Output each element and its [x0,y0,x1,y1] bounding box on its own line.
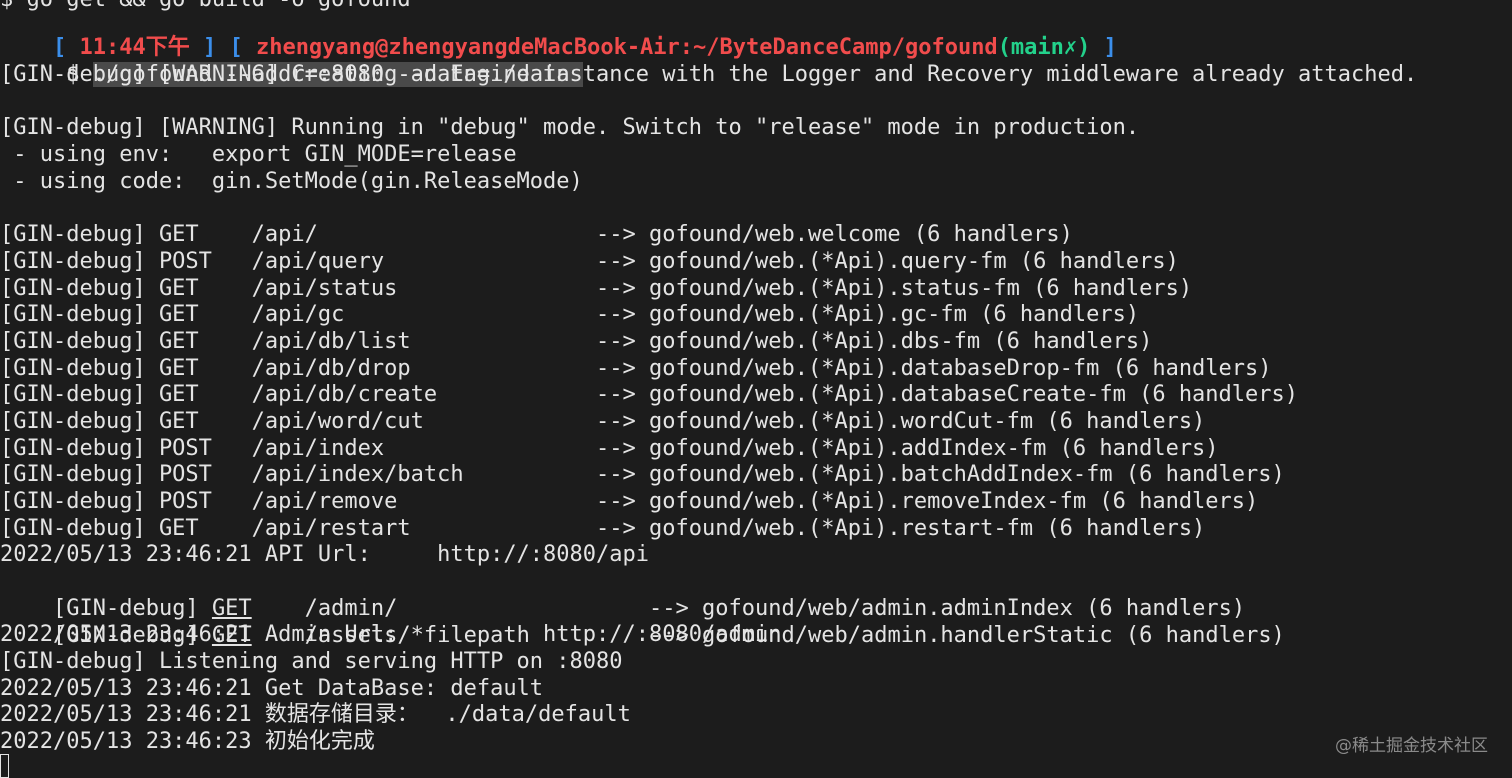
route-line: [GIN-debug] GET /api/db/create --> gofou… [0,382,1299,407]
admin-route-line: [GIN-debug] GET /admin/ --> gofound/web/… [0,568,1245,621]
data-directory-line: 2022/05/13 23:46:21 数据存储目录： ./data/defau… [0,702,631,727]
shell-prompt: [ 11:44下午 ] [ zhengyang@zhengyangdeMacBo… [0,7,1117,60]
route-line: [GIN-debug] POST /api/index --> gofound/… [0,436,1219,461]
route-line: [GIN-debug] GET /api/word/cut --> gofoun… [0,409,1206,434]
admin-url-line: 2022/05/13 23:46:21 Admin Url: http://:8… [0,622,782,647]
route-line: [GIN-debug] GET /api/ --> gofound/web.we… [0,222,1073,247]
get-database-line: 2022/05/13 23:46:21 Get DataBase: defaul… [0,676,544,701]
prompt-git-branch: (main✗) [997,35,1091,60]
using-env-line: - using env: export GIN_MODE=release [0,142,517,167]
watermark-text: @稀土掘金技术社区 [1335,736,1488,756]
api-url-line: 2022/05/13 23:46:21 API Url: http://:808… [0,542,650,567]
terminal-window[interactable]: $ go get && go build -o gofound [ 11:44下… [0,0,1512,778]
route-line: [GIN-debug] GET /api/status --> gofound/… [0,276,1193,301]
route-line: [GIN-debug] GET /api/db/drop --> gofound… [0,356,1272,381]
assets-route-line: [GIN-debug] GET /assets/*filepath --> go… [0,595,1285,648]
route-line: [GIN-debug] GET /api/restart --> gofound… [0,516,1206,541]
prompt-close-bracket: ] [1090,35,1117,60]
warning-debug-mode-line: [GIN-debug] [WARNING] Running in "debug"… [0,115,1140,140]
route-line: [GIN-debug] POST /api/remove --> gofound… [0,489,1259,514]
using-code-line: - using code: gin.SetMode(gin.ReleaseMod… [0,169,583,194]
warning-engine-line: [GIN-debug] [WARNING] Creating an Engine… [0,62,1418,87]
route-line: [GIN-debug] GET /api/gc --> gofound/web.… [0,302,1140,327]
terminal-cursor [0,754,9,778]
route-line: [GIN-debug] GET /api/db/list --> gofound… [0,329,1153,354]
command-line[interactable]: $ ./gofound --addr=:8080 --data=./data [0,34,583,87]
route-line: [GIN-debug] POST /api/index/batch --> go… [0,462,1285,487]
route-line: [GIN-debug] POST /api/query --> gofound/… [0,249,1179,274]
init-complete-line: 2022/05/13 23:46:23 初始化完成 [0,729,375,754]
listening-line: [GIN-debug] Listening and serving HTTP o… [0,649,623,674]
